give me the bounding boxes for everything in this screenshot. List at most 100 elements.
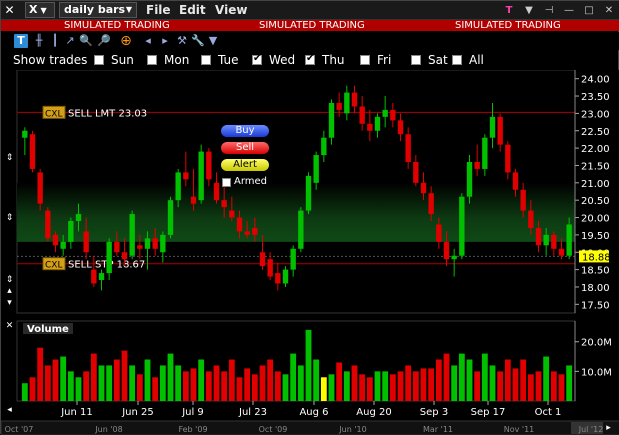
volume-bar: [44, 365, 51, 401]
candle-body: [37, 172, 43, 204]
volume-bar: [343, 371, 350, 401]
window-close-icon[interactable]: ✕: [3, 3, 16, 17]
pin-icon[interactable]: ⊣: [542, 4, 556, 18]
candle-body: [121, 252, 128, 260]
period-selector[interactable]: daily bars ▼: [59, 2, 137, 18]
alert-button[interactable]: Alert: [221, 159, 269, 171]
bar-chart-icon[interactable]: ╫: [32, 34, 46, 48]
candle-body: [152, 238, 158, 249]
volume-bar: [282, 374, 289, 401]
sell-button[interactable]: Sell: [221, 142, 269, 154]
checkbox-sat[interactable]: [411, 55, 421, 65]
checkbox-sun[interactable]: [94, 55, 104, 65]
date-tick-label: Jul 23: [238, 407, 267, 418]
menu-file[interactable]: File: [146, 3, 171, 17]
candle-body: [282, 269, 289, 284]
zoom-in-icon[interactable]: 🔍: [79, 34, 93, 48]
last-price-label: 18.88: [582, 252, 611, 263]
link-icon[interactable]: T: [502, 4, 516, 18]
volume-bar: [37, 347, 44, 401]
checkbox-thu[interactable]: [305, 53, 315, 65]
settings-icon[interactable]: ⚒: [175, 34, 189, 48]
candle-body: [374, 116, 381, 131]
candle-body: [106, 241, 112, 274]
maximize-icon[interactable]: □: [582, 4, 596, 18]
volume-bar: [106, 365, 113, 401]
candle-body: [474, 161, 480, 169]
volume-bar: [451, 365, 458, 401]
price-tick-label: 23.00: [581, 109, 610, 120]
window-controls: T ▼ ⊣ — □ ✕: [502, 3, 616, 18]
candle-body: [198, 151, 204, 201]
armed-checkbox[interactable]: [222, 178, 231, 187]
volume-bar: [29, 377, 36, 401]
overview-axis[interactable]: Oct '07 Jun '08 Feb '09 Oct '09 Jun '10 Mar '…: [1, 420, 619, 435]
volume-bar: [328, 374, 335, 401]
panel-handle-icon[interactable]: ⇕: [5, 153, 14, 163]
symbol-selector[interactable]: X ▼: [25, 2, 55, 18]
candle-body: [489, 116, 496, 138]
volume-bar: [535, 371, 542, 401]
candle-body: [313, 155, 319, 183]
panel-handle-icon[interactable]: ⇕: [5, 213, 14, 223]
overview-label: Nov '11: [504, 425, 535, 434]
candle-body: [29, 134, 36, 169]
checkbox-wed[interactable]: [252, 53, 262, 65]
menu-edit[interactable]: Edit: [179, 3, 206, 17]
volume-bar: [443, 353, 450, 401]
armed-label: Armed: [234, 176, 268, 187]
candle-body: [221, 200, 227, 208]
checkbox-all[interactable]: [452, 55, 462, 65]
candle-body: [83, 231, 89, 253]
scroll-left-icon[interactable]: ◂: [141, 34, 155, 48]
price-chart[interactable]: CXL SELL LMT 23.03CXL SELL STP 18.67 24.00…: [1, 70, 619, 435]
buy-button[interactable]: Buy: [221, 125, 269, 137]
price-tick-label: 18.50: [581, 266, 610, 277]
period-label: daily bars: [64, 3, 126, 16]
support-band: [17, 182, 575, 242]
overview-label: Jun '10: [338, 425, 366, 434]
wrench-icon[interactable]: 🔧: [191, 34, 205, 48]
checkbox-mon[interactable]: [147, 55, 157, 65]
volume-bar: [129, 365, 136, 401]
candle-body: [328, 102, 335, 138]
cursor-tool-icon[interactable]: T: [14, 34, 28, 48]
line-tool-icon[interactable]: ↗: [63, 34, 77, 48]
candle-body: [482, 137, 488, 169]
toolbar-dropdown-icon[interactable]: ▼: [206, 34, 220, 48]
panel-handle-icon[interactable]: ⇕: [5, 275, 14, 285]
candle-body: [236, 217, 243, 232]
checkbox-fri[interactable]: [360, 55, 370, 65]
banner-text: SIMULATED TRADING: [259, 20, 365, 31]
price-tick-label: 20.50: [581, 196, 610, 207]
checkbox-tue[interactable]: [201, 55, 211, 65]
close-volume-icon[interactable]: ✕: [5, 321, 14, 331]
volume-bar: [60, 356, 67, 401]
scroll-left-icon[interactable]: ◂: [5, 405, 14, 415]
volume-bar: [228, 359, 235, 401]
scroll-right-icon[interactable]: ▸: [158, 34, 172, 48]
crosshair-icon[interactable]: ⊕: [119, 34, 133, 48]
date-tick-label: Aug 6: [299, 407, 328, 418]
volume-bar: [520, 359, 527, 401]
chevron-down-icon[interactable]: ▼: [522, 4, 536, 18]
minimize-icon[interactable]: —: [562, 4, 576, 18]
candle-body: [52, 234, 59, 246]
zoom-out-icon[interactable]: 🔎: [97, 34, 111, 48]
candlestick-icon[interactable]: ┃: [48, 34, 62, 48]
close-icon[interactable]: ✕: [602, 4, 616, 18]
candle-body: [75, 214, 82, 222]
volume-bar: [90, 353, 97, 401]
collapse-up-icon[interactable]: ▴: [5, 286, 14, 296]
scroll-right-icon[interactable]: ▸: [604, 423, 613, 433]
volume-bar: [405, 365, 412, 401]
candle-body: [190, 196, 197, 204]
chart-toolbar: T ╫ ┃ ↗ 🔍 🔎 ⊕ ◂ ▸ ⚒ 🔧 ▼: [1, 32, 619, 50]
symbol-label: X: [29, 3, 38, 16]
overview-label: Feb '09: [178, 425, 207, 434]
menu-view[interactable]: View: [215, 3, 247, 17]
volume-bar: [251, 374, 258, 401]
collapse-down-icon[interactable]: ▾: [5, 298, 14, 308]
label-thu: Thu: [322, 53, 345, 67]
label-fri: Fri: [377, 53, 392, 67]
